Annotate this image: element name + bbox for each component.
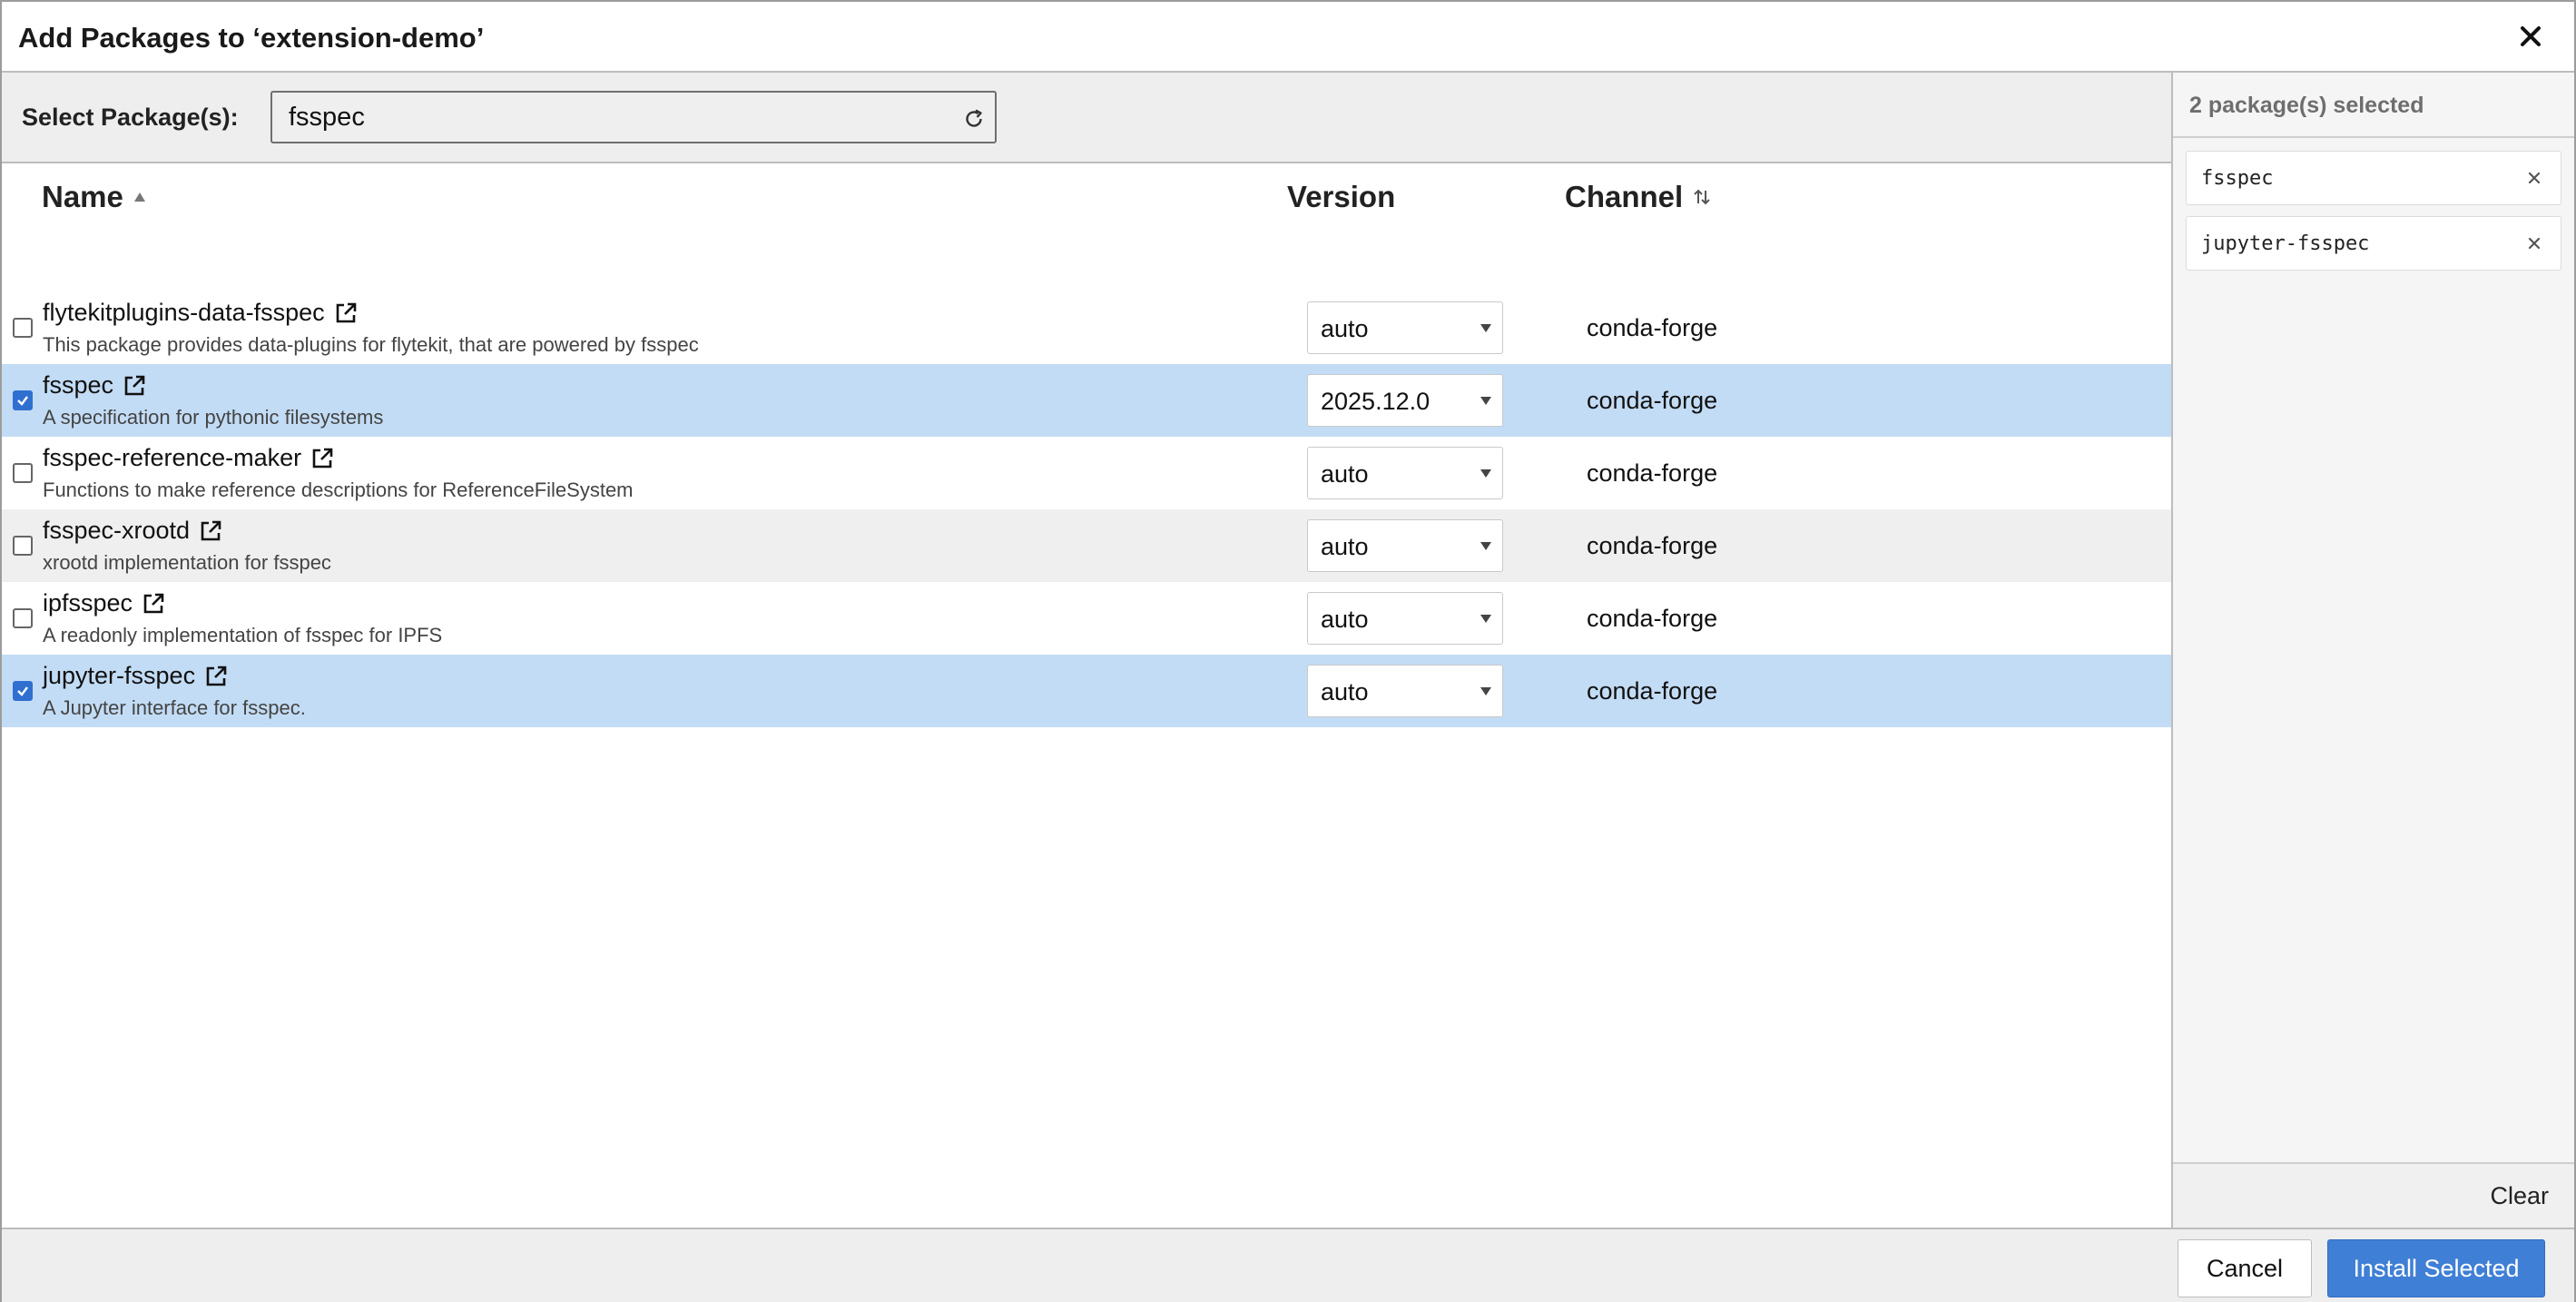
table-header: Name Version Channel [2,163,2171,231]
clear-button[interactable]: Clear [2490,1182,2549,1210]
selected-package-chip: jupyter-fsspec [2186,216,2561,271]
row-checkbox[interactable] [13,681,33,701]
table-row[interactable]: flytekitplugins-data-fsspec This package… [2,291,2171,364]
version-select[interactable]: auto [1307,447,1503,499]
column-header-channel[interactable]: Channel [1565,180,1712,214]
external-link-icon[interactable] [309,445,336,472]
cancel-button[interactable]: Cancel [2178,1239,2312,1297]
row-checkbox[interactable] [13,390,33,410]
search-label: Select Package(s): [22,104,239,131]
search-input[interactable] [272,93,944,142]
package-list-panel: Select Package(s): Name Version [2,73,2173,1228]
chevron-down-icon [1480,469,1491,478]
version-select[interactable]: 2025.12.0 [1307,374,1503,427]
channel-value: conda-forge [1587,677,1718,705]
package-description: A Jupyter interface for fsspec. [43,696,306,719]
version-value: auto [1321,606,1369,633]
channel-value: conda-forge [1587,605,1718,632]
selection-footer: Clear [2173,1162,2574,1228]
install-selected-button[interactable]: Install Selected [2327,1239,2545,1297]
version-select[interactable]: auto [1307,665,1503,717]
remove-icon[interactable] [2524,233,2544,253]
package-name: fsspec [43,371,148,399]
package-description: A specification for pythonic filesystems [43,406,384,429]
version-select[interactable]: auto [1307,519,1503,572]
dialog-title: Add Packages to ‘extension-demo’ [18,22,485,54]
table-row[interactable]: jupyter-fsspec A Jupyter interface for f… [2,655,2171,727]
checkmark-icon [17,396,28,406]
selected-package-label: fsspec [2201,167,2274,190]
remove-icon[interactable] [2524,168,2544,188]
chevron-down-icon [1480,542,1491,550]
version-select[interactable]: auto [1307,301,1503,354]
external-link-icon[interactable] [197,518,224,545]
chevron-down-icon [1480,324,1491,332]
selected-package-chip: fsspec [2186,151,2561,205]
chevron-down-icon [1480,687,1491,695]
version-select[interactable]: auto [1307,592,1503,645]
version-value: auto [1321,315,1369,342]
channel-value: conda-forge [1587,459,1718,487]
close-icon [2521,26,2541,46]
package-description: xrootd implementation for fsspec [43,551,331,574]
external-link-icon[interactable] [121,372,148,399]
add-packages-dialog: Add Packages to ‘extension-demo’ Select … [0,0,2576,1302]
selection-panel: 2 package(s) selected fsspec jupyter-fss… [2173,73,2574,1228]
checkmark-icon [17,686,28,696]
table-row[interactable]: fsspec-reference-maker Functions to make… [2,437,2171,509]
row-checkbox[interactable] [13,608,33,628]
package-name: jupyter-fsspec [43,662,230,690]
package-table-body: flytekitplugins-data-fsspec This package… [2,291,2171,727]
version-value: auto [1321,678,1369,705]
dialog-titlebar: Add Packages to ‘extension-demo’ [2,2,2574,73]
row-checkbox[interactable] [13,463,33,483]
column-header-version[interactable]: Version [1287,180,1395,214]
package-name: fsspec-xrootd [43,517,224,545]
chevron-down-icon [1480,615,1491,623]
external-link-icon[interactable] [202,663,230,690]
column-header-name[interactable]: Name [42,180,147,214]
selected-package-label: jupyter-fsspec [2201,232,2370,255]
external-link-icon[interactable] [140,590,167,617]
selection-header: 2 package(s) selected [2173,73,2574,138]
channel-value: conda-forge [1587,387,1718,414]
package-description: Functions to make reference descriptions… [43,478,634,501]
package-name: fsspec-reference-maker [43,444,336,472]
table-row[interactable]: fsspec A specification for pythonic file… [2,364,2171,437]
package-description: A readonly implementation of fsspec for … [43,624,443,646]
sort-toggle-icon [1692,187,1712,207]
search-field [270,91,997,143]
dialog-footer: Cancel Install Selected [2,1228,2574,1302]
row-checkbox[interactable] [13,536,33,556]
refresh-icon[interactable] [962,107,986,131]
package-name: ipfsspec [43,589,167,617]
version-value: auto [1321,460,1369,488]
close-button[interactable] [2512,18,2549,54]
package-description: This package provides data-plugins for f… [43,333,699,356]
channel-value: conda-forge [1587,532,1718,559]
external-link-icon[interactable] [332,300,359,327]
table-row[interactable]: ipfsspec A readonly implementation of fs… [2,582,2171,655]
table-row[interactable]: fsspec-xrootd xrootd implementation for … [2,509,2171,582]
chevron-down-icon [1480,397,1491,405]
search-bar: Select Package(s): [2,73,2171,163]
channel-value: conda-forge [1587,314,1718,341]
selection-count: 2 package(s) selected [2189,93,2424,118]
version-value: 2025.12.0 [1321,388,1431,415]
package-name: flytekitplugins-data-fsspec [43,299,359,327]
sort-ascending-icon [133,190,147,204]
version-value: auto [1321,533,1369,560]
row-checkbox[interactable] [13,318,33,338]
